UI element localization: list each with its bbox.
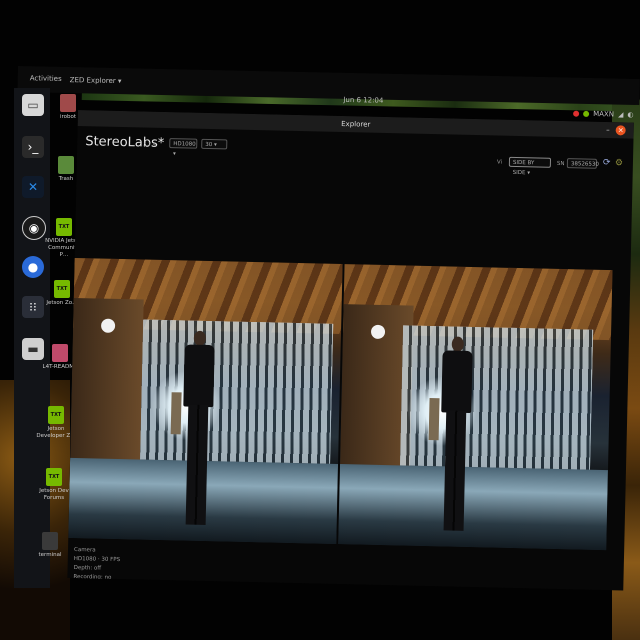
dock: ▭ ›_ ✕ ◉ ● ⁝⁝ ▬ [14, 88, 50, 588]
minimize-icon[interactable]: – [606, 122, 610, 138]
vscode-icon[interactable]: ✕ [22, 176, 44, 198]
close-icon[interactable]: × [615, 125, 626, 136]
person [428, 336, 473, 537]
app-grid-icon[interactable]: ⁝⁝ [22, 296, 44, 318]
desktop-icon-terminal[interactable]: terminal [30, 532, 70, 559]
volume-icon[interactable]: ◐ [627, 111, 633, 119]
refresh-icon[interactable]: ⟳ [603, 158, 611, 168]
clock[interactable]: Jun 6 12:04 [343, 96, 383, 105]
sdk-version: 3.7.4 [143, 141, 157, 148]
terminal-icon [42, 532, 58, 550]
right-camera-view[interactable] [338, 264, 613, 551]
nvidia-icon: TXT [48, 406, 64, 424]
serial-label: SN [556, 160, 565, 168]
obs-icon[interactable]: ◉ [22, 216, 46, 240]
window-title: Explorer [341, 119, 371, 129]
desktop-icon-label: Trash [58, 176, 74, 182]
desktop-icon-label: Jetson Dev Forums [39, 488, 69, 501]
chevron-down-icon: ▾ [527, 170, 531, 177]
resolution-value: HD1080 [173, 141, 196, 148]
view-mode-select[interactable]: SIDE BY SIDE ▾ [508, 156, 552, 176]
network-icon[interactable]: ◢ [618, 111, 624, 119]
app-menu-button[interactable]: ZED Explorer ▾ [70, 76, 122, 85]
nvidia-icon: TXT [56, 218, 72, 236]
drive-icon [52, 344, 68, 362]
info-line: Recording: no [73, 574, 112, 581]
info-line: SVO: not loaded [73, 583, 118, 591]
terminal-icon[interactable]: ›_ [22, 136, 44, 158]
serial-value: 38526530 [570, 161, 599, 168]
activities-button[interactable]: Activities [30, 74, 62, 83]
desktop-icon-jetson-forums[interactable]: TXT Jetson Dev Forums [34, 468, 74, 502]
trash-icon [58, 156, 74, 174]
fps-select[interactable]: 30 ▾ [201, 138, 228, 150]
stereo-view[interactable] [68, 257, 614, 551]
resolution-select[interactable]: HD1080 ▾ [169, 138, 198, 157]
chromium-icon[interactable]: ● [22, 256, 44, 278]
view-label: Vi [496, 159, 503, 166]
files-icon[interactable]: ▭ [22, 94, 44, 116]
home-folder-icon [60, 94, 76, 112]
serial-field[interactable]: 38526530 [566, 158, 599, 169]
desktop-icon-label: irobot [59, 114, 77, 120]
fps-value: 30 [205, 141, 213, 149]
desktop-icon-label: terminal [38, 552, 62, 558]
window-titlebar[interactable]: Explorer – × [77, 110, 634, 139]
chevron-down-icon: ▾ [172, 151, 176, 158]
view-mode-value: SIDE BY SIDE [512, 159, 535, 177]
person [170, 330, 215, 531]
left-camera-view[interactable] [68, 257, 343, 544]
system-tray[interactable]: MAXN ◢ ◐ [573, 110, 634, 119]
power-mode-label: MAXN [593, 110, 615, 119]
nvidia-icon: TXT [54, 280, 70, 298]
info-panel: Camera HD1080 · 30 FPS Depth: off Record… [67, 546, 120, 591]
nvidia-tray-icon[interactable] [573, 110, 580, 117]
gear-icon[interactable]: ⚙ [615, 158, 623, 168]
explorer-window: Explorer – × StereoLabs* 3.7.4 HD1080 ▾ … [67, 110, 634, 591]
chevron-down-icon: ▾ [213, 142, 217, 149]
power-mode-icon[interactable] [583, 110, 590, 117]
floor [338, 464, 608, 551]
nvidia-icon: TXT [46, 468, 62, 486]
